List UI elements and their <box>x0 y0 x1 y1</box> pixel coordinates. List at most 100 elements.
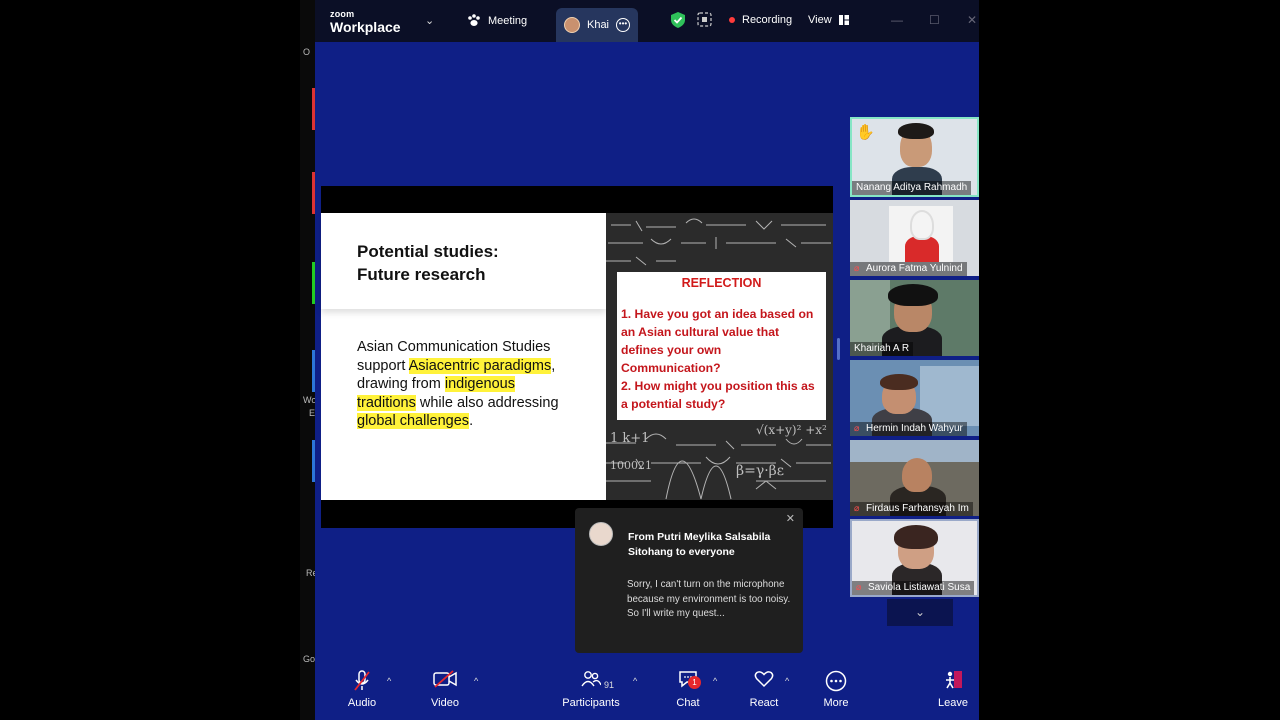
reflection-card: REFLECTION 1. Have you got an idea based… <box>617 272 826 420</box>
muted-mic-icon: ⌀ <box>854 423 860 433</box>
leave-icon <box>935 670 971 694</box>
minimize-icon[interactable]: — <box>891 13 903 27</box>
participant-name: Khairiah A R <box>850 342 914 356</box>
close-icon[interactable]: ✕ <box>967 13 977 27</box>
chevron-up-icon[interactable]: ^ <box>474 676 478 686</box>
participant-tile[interactable]: ⌀ Firdaus Farhansyah Im <box>850 440 979 516</box>
raised-hand-icon: ✋ <box>856 124 875 141</box>
tab-user-label: Khai <box>586 19 610 31</box>
close-icon[interactable]: ✕ <box>786 512 795 525</box>
video-button[interactable]: Video <box>425 670 465 709</box>
react-label: React <box>749 697 779 709</box>
participant-video <box>894 525 938 549</box>
participant-name-text: Hermin Indah Wahyur <box>866 423 963 434</box>
chat-notification[interactable]: ✕ From Putri Meylika Salsabila Sitohang … <box>575 508 803 653</box>
leave-label: Leave <box>938 697 968 709</box>
slide-left-panel: Potential studies: Future research Asian… <box>321 213 606 500</box>
more-icon <box>820 670 852 694</box>
maximize-icon[interactable]: ☐ <box>929 13 940 27</box>
muted-mic-icon: ⌀ <box>854 503 860 513</box>
zoom-window: zoom Workplace ⌄ Meeting Khai ••• Record… <box>315 0 979 720</box>
slide-highlight: global challenges <box>357 413 470 429</box>
slide-right-panel: 1 k+1 √(x+y)² +x² 100021 β=γ·βε REFLECTI… <box>606 213 833 500</box>
scroll-down-button[interactable]: ⌄ <box>887 599 953 626</box>
muted-mic-icon: ⌀ <box>854 263 860 273</box>
tab-user[interactable]: Khai ••• <box>556 8 638 42</box>
participant-name-text: Saviola Listiawati Susa <box>868 582 971 593</box>
participant-tile[interactable]: Khairiah A R <box>850 280 979 356</box>
participant-tile[interactable]: ⌀ Aurora Fatma Yulnind <box>850 200 979 276</box>
zoom-logo-bottom: Workplace <box>330 19 401 35</box>
slide-body: Asian Communication Studies support Asia… <box>357 338 572 431</box>
shared-screen: Potential studies: Future research Asian… <box>321 186 833 528</box>
view-label: View <box>808 14 832 26</box>
slide-title: Potential studies: Future research <box>357 242 499 284</box>
participant-video <box>902 458 932 492</box>
audio-button[interactable]: Audio <box>342 670 382 709</box>
participant-name: Nanang Aditya Rahmadh <box>852 181 972 195</box>
recording-label: Recording <box>742 14 793 26</box>
participant-video <box>888 284 938 306</box>
slide-highlight: Asiacentric paradigms <box>408 357 552 374</box>
more-icon[interactable]: ••• <box>616 18 630 32</box>
math-scribble: √(x+y)² +x² <box>756 423 827 437</box>
chevron-down-icon[interactable]: ⌄ <box>425 14 434 27</box>
chat-message: Sorry, I can't turn on the microphone be… <box>627 579 791 620</box>
math-scribble: 1 k+1 <box>610 431 650 446</box>
participant-name: ⌀ Aurora Fatma Yulnind <box>850 262 967 276</box>
resize-handle[interactable] <box>837 338 840 360</box>
slide-body-text: . <box>469 413 474 429</box>
participant-tile-active-speaker[interactable]: ✋ Nanang Aditya Rahmadh <box>850 117 979 197</box>
shield-icon[interactable] <box>671 12 685 28</box>
participant-name: ⌀ Firdaus Farhansyah Im <box>850 502 973 516</box>
recording-indicator[interactable]: Recording <box>729 14 792 26</box>
participant-count: 91 <box>604 680 615 690</box>
grid-icon <box>838 15 849 25</box>
react-button[interactable]: React <box>747 670 781 709</box>
chevron-up-icon[interactable]: ^ <box>633 676 637 686</box>
reflection-title: REFLECTION <box>681 276 762 290</box>
video-off-icon <box>425 670 465 694</box>
more-label: More <box>823 697 849 709</box>
participant-tile[interactable]: ⌀ Saviola Listiawati Susa <box>850 519 979 597</box>
more-button[interactable]: More <box>820 670 852 709</box>
participant-video <box>880 374 918 390</box>
participants-label: Participants <box>562 697 620 709</box>
avatar <box>564 17 580 33</box>
audio-label: Audio <box>347 697 377 709</box>
participant-photo <box>910 210 934 240</box>
chevron-up-icon[interactable]: ^ <box>387 676 391 686</box>
slide-body-text: while also addressing <box>415 394 559 411</box>
caption-icon[interactable] <box>697 12 712 27</box>
meeting-toolbar: Audio ^ Video ^ 91 Participants ^ 1 Chat… <box>315 662 979 720</box>
participants-button[interactable]: 91 Participants <box>560 670 622 709</box>
heart-icon <box>747 670 781 694</box>
zoom-logo-top: zoom <box>330 9 355 19</box>
record-dot-icon <box>729 17 735 23</box>
participant-video <box>898 123 934 139</box>
tab-meeting[interactable]: Meeting <box>467 14 527 27</box>
avatar <box>589 522 613 546</box>
chevron-up-icon[interactable]: ^ <box>785 676 789 686</box>
tab-meeting-label: Meeting <box>488 14 528 27</box>
chat-label: Chat <box>676 697 700 709</box>
chevron-up-icon[interactable]: ^ <box>713 676 717 686</box>
background-app-label: O <box>303 47 311 57</box>
mic-muted-icon <box>342 670 382 694</box>
paw-icon <box>468 14 480 26</box>
reflection-text: 1. Have you got an idea based on an Asia… <box>621 307 815 411</box>
background-app-label: Go <box>303 654 316 664</box>
title-bar: zoom Workplace ⌄ Meeting Khai ••• Record… <box>315 0 979 42</box>
math-scribble: β=γ·βε <box>736 463 784 479</box>
participant-name-text: Firdaus Farhansyah Im <box>866 503 969 514</box>
participant-name: ⌀ Saviola Listiawati Susa <box>852 581 975 595</box>
chevron-down-icon: ⌄ <box>914 605 926 619</box>
view-button[interactable]: View <box>808 14 849 26</box>
leave-button[interactable]: Leave <box>935 670 971 709</box>
slide-header: Potential studies: Future research <box>321 213 606 309</box>
muted-mic-icon: ⌀ <box>856 582 862 592</box>
participant-tile[interactable]: ⌀ Hermin Indah Wahyur <box>850 360 979 436</box>
participant-name-text: Aurora Fatma Yulnind <box>866 263 963 274</box>
participant-name: ⌀ Hermin Indah Wahyur <box>850 422 967 436</box>
chat-button[interactable]: 1 Chat <box>672 670 704 709</box>
